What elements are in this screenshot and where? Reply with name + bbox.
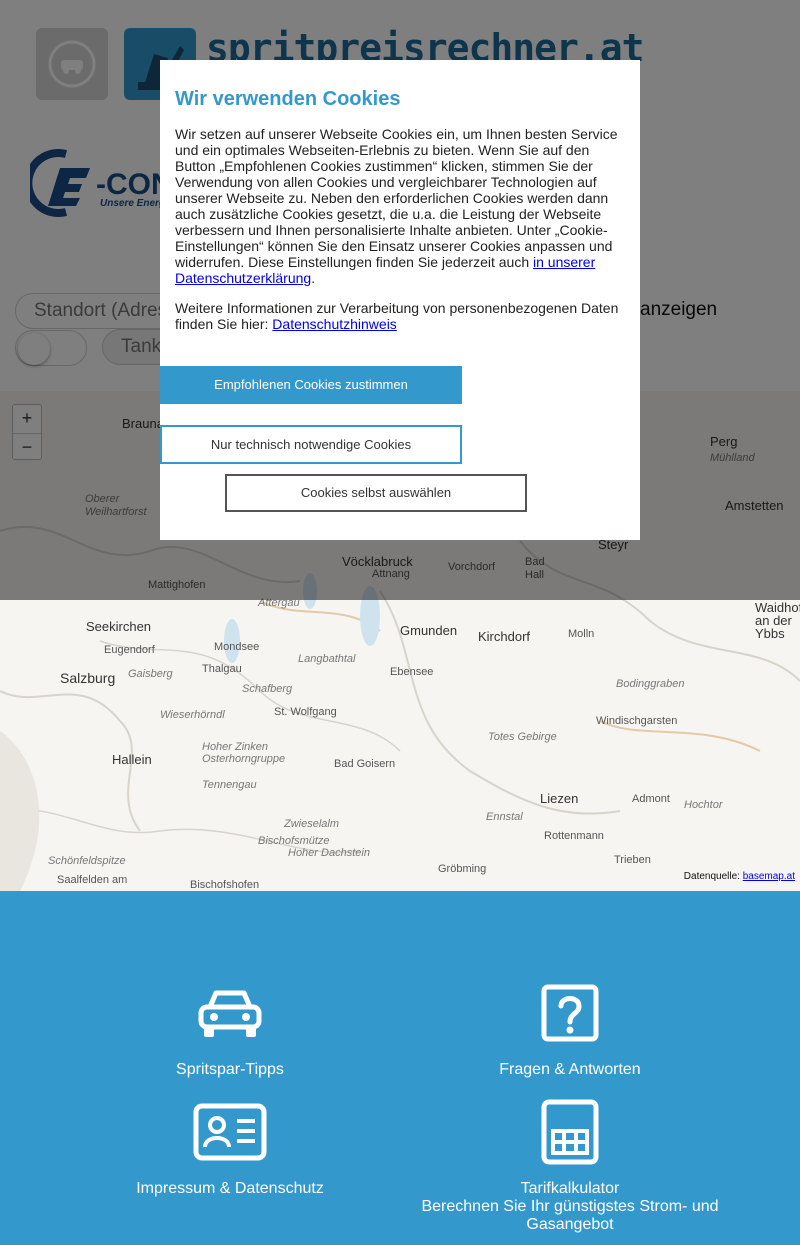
map-label: Rottenmann xyxy=(544,830,604,842)
map-label: Schönfeldspitze xyxy=(48,855,126,867)
map-label: Hochtor xyxy=(684,799,723,811)
map-label: Zwieselalm xyxy=(284,818,340,830)
map-label: Bischofsmütze xyxy=(258,835,330,847)
cookie-body-text: Wir setzen auf unserer Webseite Cookies … xyxy=(175,126,618,270)
footer-link-tips[interactable]: Spritspar-Tipps xyxy=(130,1061,330,1079)
accept-cookies-button[interactable]: Empfohlenen Cookies zustimmen xyxy=(160,366,462,404)
privacy-notice-link[interactable]: Datenschutzhinweis xyxy=(272,316,397,332)
cookie-dialog-body: Wir setzen auf unserer Webseite Cookies … xyxy=(175,126,630,286)
footer-link-imprint[interactable]: Impressum & Datenschutz xyxy=(110,1180,350,1198)
map-attribution: Datenquelle: basemap.at xyxy=(684,871,795,882)
map-label: Salzburg xyxy=(60,670,116,686)
attribution-prefix: Datenquelle: xyxy=(683,871,740,882)
calculator-icon[interactable] xyxy=(541,1099,599,1165)
footer-link-tariff[interactable]: Tarifkalkulator Berechnen Sie Ihr günsti… xyxy=(410,1180,730,1234)
footer-link-faq[interactable]: Fragen & Antworten xyxy=(470,1061,670,1079)
map-label: Hoher Zinken xyxy=(202,741,269,753)
map-label: Liezen xyxy=(540,791,579,806)
map-label: Gaisberg xyxy=(128,668,173,680)
map-label: Gmunden xyxy=(400,623,458,638)
map-label: Totes Gebirge xyxy=(488,731,557,743)
technical-cookies-button[interactable]: Nur technisch notwendige Cookies xyxy=(160,425,462,464)
tariff-title: Tarifkalkulator xyxy=(520,1180,620,1197)
map-label: Wieserhörndl xyxy=(160,709,225,721)
map-label: Langbathtal xyxy=(298,653,356,665)
cookie-more-info: Weitere Informationen zur Verarbeitung v… xyxy=(175,300,630,332)
question-icon[interactable] xyxy=(541,984,599,1042)
map-label: Schafberg xyxy=(242,683,293,695)
map-label: Ennstal xyxy=(486,811,523,823)
map-label: Tennengau xyxy=(202,779,257,791)
map-label: Bischofshofen xyxy=(190,879,260,891)
map-label: Waidhofen an der Ybbs xyxy=(755,600,800,641)
map-label: Eugendorf xyxy=(104,644,155,656)
map-label: St. Wolfgang xyxy=(274,706,337,718)
map-label: Trieben xyxy=(614,854,651,866)
footer: Spritspar-Tipps Fragen & Antworten Impre… xyxy=(0,891,800,1245)
map-label: Ebensee xyxy=(390,666,434,678)
id-card-icon[interactable] xyxy=(193,1103,267,1161)
map-label: Bad Goisern xyxy=(334,758,396,770)
map-label: Hoher Dachstein xyxy=(288,847,370,859)
map-label: Molln xyxy=(568,628,595,640)
map-label: Hallein xyxy=(112,752,152,767)
tariff-subtitle: Berechnen Sie Ihr günstigstes Strom- und… xyxy=(421,1198,719,1233)
cookie-body-end: . xyxy=(311,270,316,286)
map-label: Bodinggraben xyxy=(616,678,685,690)
map-label: Gröbming xyxy=(438,863,487,875)
map-label: Saalfelden am xyxy=(57,874,128,886)
custom-cookies-button[interactable]: Cookies selbst auswählen xyxy=(225,474,527,512)
map-label: Mondsee xyxy=(214,641,260,653)
map-label: Kirchdorf xyxy=(478,629,531,644)
cookie-dialog: Wir verwenden Cookies Wir setzen auf uns… xyxy=(160,60,640,540)
map-label: Osterhorngruppe xyxy=(202,753,286,765)
cookie-dialog-title: Wir verwenden Cookies xyxy=(175,88,401,110)
map-label: Thalgau xyxy=(202,663,242,675)
map-label: Admont xyxy=(632,793,670,805)
map-label: Windischgarsten xyxy=(596,715,678,727)
basemap-link[interactable]: basemap.at xyxy=(743,871,795,882)
car-icon[interactable] xyxy=(196,987,264,1039)
map-label: Seekirchen xyxy=(86,619,152,634)
